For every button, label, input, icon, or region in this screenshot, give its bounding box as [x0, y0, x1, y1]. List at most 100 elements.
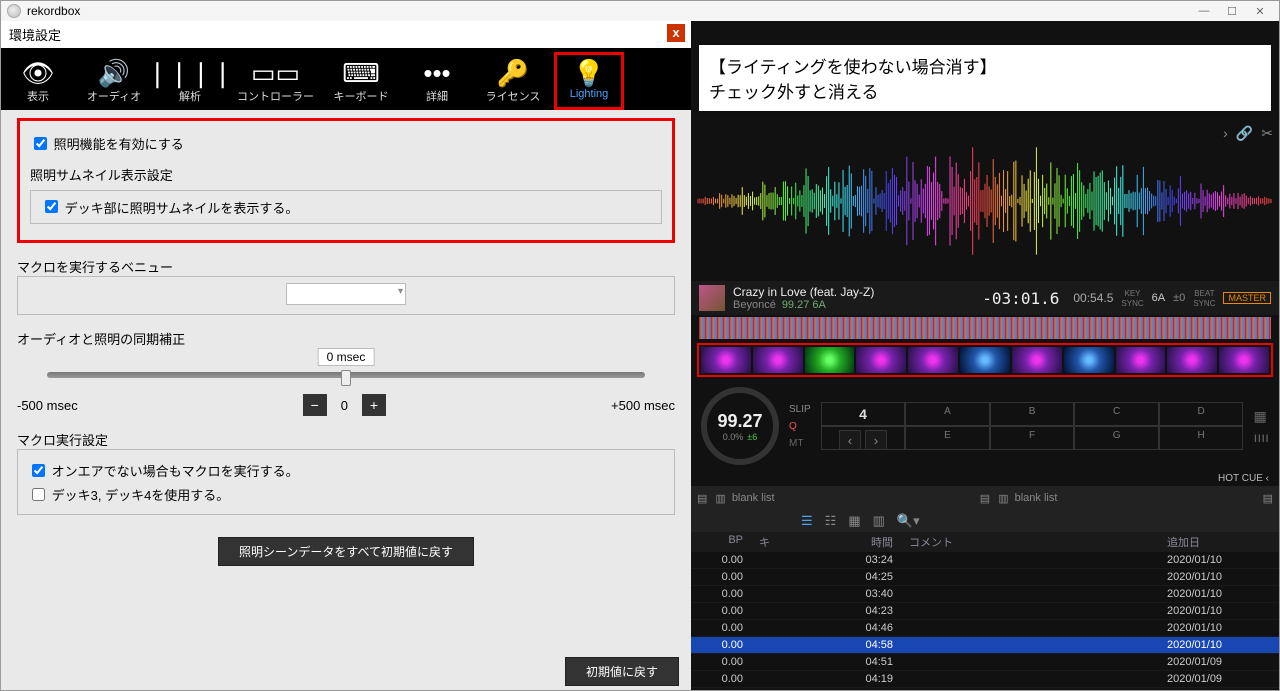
cue-B[interactable]: B [990, 402, 1075, 426]
prev-arrow-button[interactable]: ‹ [839, 430, 861, 450]
eye-icon: 👁 [20, 58, 56, 88]
next-arrow-button[interactable]: › [865, 430, 887, 450]
bars-icon: ❘❘❘❘ [172, 58, 208, 88]
view-detail-icon[interactable]: ☷ [825, 513, 837, 529]
track-info-bar: Crazy in Love (feat. Jay-Z) Beyoncé 99.27… [691, 281, 1279, 315]
cue-F[interactable]: F [990, 426, 1075, 450]
keyboard-icon: ⌨ [343, 58, 379, 88]
lighting-thumbnail-strip[interactable] [697, 343, 1273, 377]
master-badge[interactable]: MASTER [1223, 292, 1271, 304]
list-toggle-icon[interactable]: ▤ [697, 492, 707, 505]
cue-E[interactable]: E [905, 426, 990, 450]
quantize-button[interactable]: Q [789, 421, 811, 432]
table-row[interactable]: 0.0003:402020/01/10 [691, 586, 1279, 603]
search-icon[interactable]: 🔍▾ [897, 513, 920, 529]
app-icon [7, 4, 21, 18]
meter-icon[interactable]: ıııı [1253, 429, 1269, 445]
lighting-enable-box: 照明機能を有効にする 照明サムネイル表示設定 デッキ部に照明サムネイルを表示する… [17, 118, 675, 243]
grid-icon[interactable]: ▦ [1253, 408, 1269, 425]
chevron-right-icon[interactable]: › [1223, 125, 1228, 142]
tab-display[interactable]: 👁表示 [9, 58, 67, 104]
track-title: Crazy in Love (feat. Jay-Z) [733, 285, 974, 299]
slip-button[interactable]: SLIP [789, 404, 811, 415]
footer-reset-button[interactable]: 初期値に戻す [565, 657, 679, 686]
dialog-title: 環境設定 [9, 28, 61, 43]
preferences-panel: 環境設定 x 👁表示 🔊オーディオ ❘❘❘❘解析 ▭▭コントローラー ⌨キーボー… [1, 21, 691, 690]
table-row[interactable]: 0.0004:232020/01/10 [691, 603, 1279, 620]
table-row[interactable]: 0.0004:512020/01/09 [691, 654, 1279, 671]
track-key-bpm: 99.27 6A [782, 299, 826, 311]
key-value: 6A [1152, 292, 1165, 304]
window-close-button[interactable]: ✕ [1247, 2, 1273, 20]
beat-count: 4 [821, 402, 906, 426]
step-plus-button[interactable]: + [362, 394, 386, 416]
cue-G[interactable]: G [1074, 426, 1159, 450]
cue-C[interactable]: C [1074, 402, 1159, 426]
slider-max-label: +500 msec [611, 398, 675, 413]
table-row[interactable]: 0.0004:462020/01/10 [691, 620, 1279, 637]
slider-value-bubble: 0 msec [318, 348, 375, 366]
album-art[interactable] [699, 285, 725, 311]
cue-H[interactable]: H [1159, 426, 1244, 450]
window-max-button[interactable]: ☐ [1219, 2, 1245, 20]
sync-slider[interactable]: 0 msec [17, 348, 675, 388]
table-row[interactable]: 0.0004:202020/01/09 [691, 688, 1279, 690]
dropdown-icon: ▾ [398, 286, 403, 297]
scissors-icon[interactable]: ✂ [1261, 125, 1273, 142]
sync-correction-label: オーディオと照明の同期補正 [17, 329, 675, 348]
track-artist: Beyoncé [733, 299, 776, 311]
dialog-close-button[interactable]: x [667, 24, 685, 42]
dialog-title-bar: 環境設定 x [1, 21, 691, 48]
player-pane: 【ライティングを使わない場合消す】 チェック外すと消える 1:35 › 🔗 ✂ … [691, 21, 1279, 690]
hotcue-label[interactable]: HOT CUE [1218, 473, 1263, 484]
cue-A[interactable]: A [905, 402, 990, 426]
tracklist-body[interactable]: 0.0003:242020/01/100.0004:252020/01/100.… [691, 552, 1279, 690]
thumb-section-label: 照明サムネイル表示設定 [30, 165, 662, 184]
waveform-controls: › 🔗 ✂ [1223, 125, 1273, 142]
window-min-button[interactable]: — [1191, 2, 1217, 20]
playlist-name-a[interactable]: blank list [732, 492, 775, 504]
macro-menu-label: マクロを実行するベニュー [17, 257, 675, 276]
playlist-name-b[interactable]: blank list [1015, 492, 1058, 504]
tab-license[interactable]: 🔑ライセンス [484, 58, 542, 104]
table-row[interactable]: 0.0004:252020/01/10 [691, 569, 1279, 586]
chevron-left-icon[interactable]: ‹ [1266, 473, 1269, 484]
use-deck34-checkbox[interactable]: デッキ3, デッキ4を使用する。 [28, 488, 229, 503]
tab-analysis[interactable]: ❘❘❘❘解析 [161, 58, 219, 104]
step-minus-button[interactable]: − [303, 394, 327, 416]
cue-D[interactable]: D [1159, 402, 1244, 426]
onair-macro-checkbox[interactable]: オンエアでない場合もマクロを実行する。 [28, 464, 299, 479]
table-row[interactable]: 0.0003:242020/01/10 [691, 552, 1279, 569]
list-expand-icon[interactable]: ▤ [1263, 492, 1273, 505]
main-waveform[interactable]: › 🔗 ✂ placeholder [691, 121, 1279, 281]
tab-lighting[interactable]: 💡Lighting [560, 58, 618, 104]
tab-audio[interactable]: 🔊オーディオ [85, 58, 143, 104]
annotation-callout: 【ライティングを使わない場合消す】 チェック外すと消える [699, 45, 1271, 111]
table-row[interactable]: 0.0004:582020/01/10 [691, 637, 1279, 654]
macro-venue-field[interactable]: ▾ [286, 283, 406, 305]
prefs-tabbar: 👁表示 🔊オーディオ ❘❘❘❘解析 ▭▭コントローラー ⌨キーボード •••詳細… [1, 48, 691, 110]
list-icon: ▥ [998, 492, 1008, 505]
view-column-icon[interactable]: ▥ [873, 513, 885, 529]
view-list-icon[interactable]: ☰ [801, 513, 813, 529]
tracklist-columns: BPキ時間コメント追加日 [691, 532, 1279, 552]
view-grid-icon[interactable]: ▦ [848, 513, 860, 529]
enable-lighting-checkbox[interactable]: 照明機能を有効にする [30, 137, 184, 152]
table-row[interactable]: 0.0004:192020/01/09 [691, 671, 1279, 688]
tab-keyboard[interactable]: ⌨キーボード [332, 58, 390, 104]
deck-thumbnail-checkbox[interactable]: デッキ部に照明サムネイルを表示する。 [41, 201, 298, 216]
overview-waveform[interactable] [699, 317, 1271, 339]
step-value: 0 [330, 398, 358, 413]
tab-advanced[interactable]: •••詳細 [408, 58, 466, 104]
slider-handle[interactable] [341, 370, 351, 386]
jog-wheel[interactable]: 99.27 0.0%±6 [701, 387, 779, 465]
bpm-value: 99.27 [717, 411, 762, 432]
master-tempo-button[interactable]: MT [789, 438, 811, 449]
list-expand-icon[interactable]: ▤ [980, 492, 990, 505]
prefs-scroll[interactable]: 照明機能を有効にする 照明サムネイル表示設定 デッキ部に照明サムネイルを表示する… [1, 110, 691, 690]
link-icon[interactable]: 🔗 [1236, 125, 1253, 142]
time-total: 00:54.5 [1073, 291, 1113, 305]
reset-lighting-button[interactable]: 照明シーンデータをすべて初期値に戻す [218, 537, 474, 566]
list-icon: ▥ [715, 492, 725, 505]
tab-controller[interactable]: ▭▭コントローラー [237, 58, 314, 104]
